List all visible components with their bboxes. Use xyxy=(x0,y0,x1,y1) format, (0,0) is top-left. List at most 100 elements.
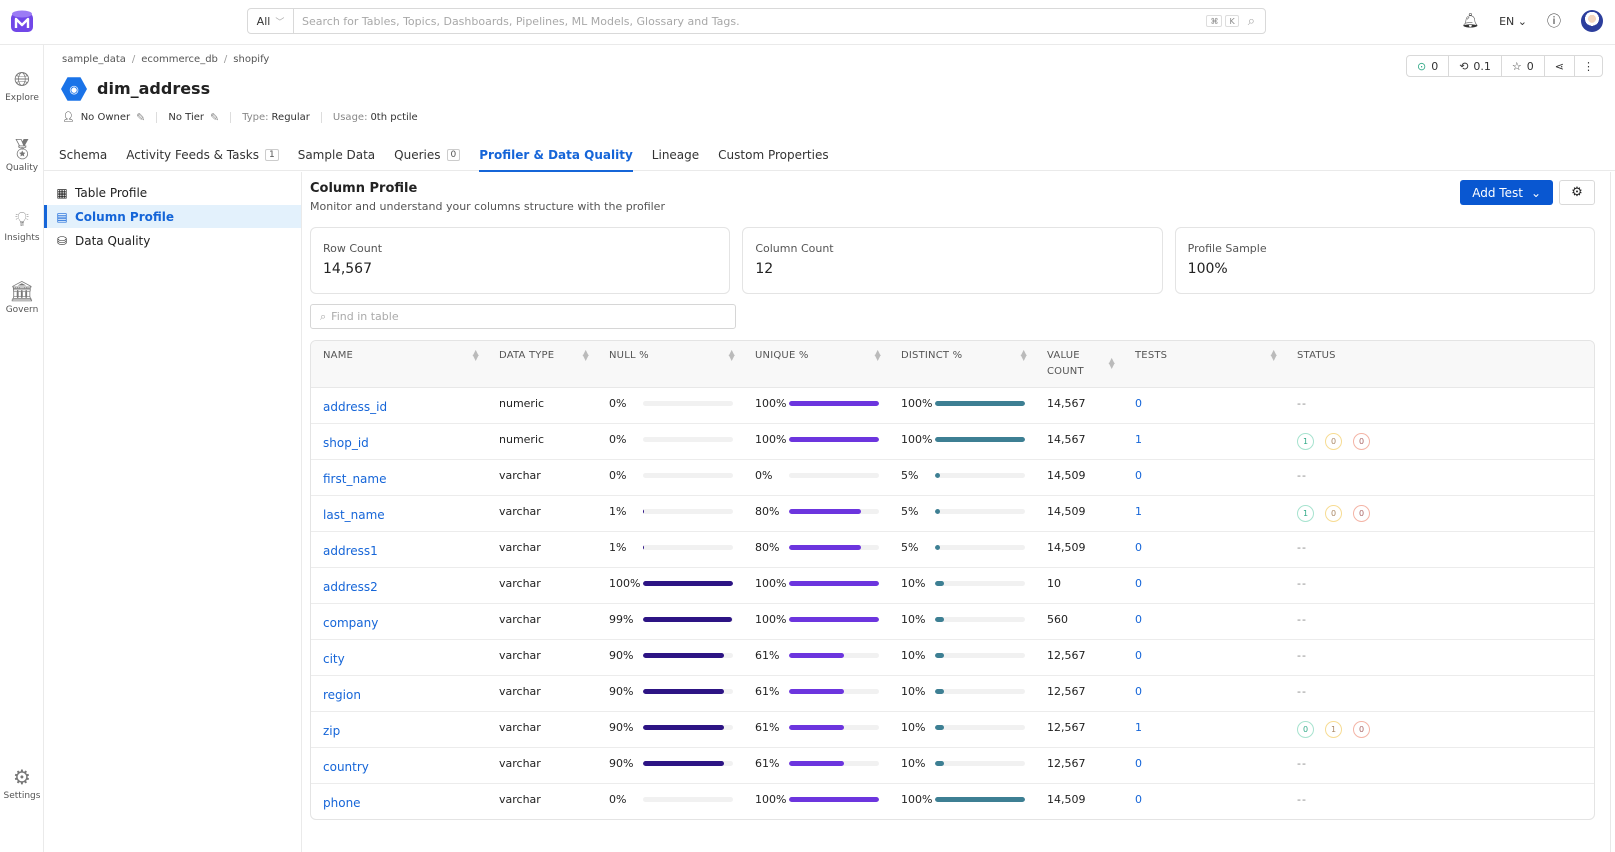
tests-count-link[interactable]: 0 xyxy=(1123,675,1285,712)
star-button[interactable]: ☆ 0 xyxy=(1502,56,1545,76)
column-name-link[interactable]: phone xyxy=(311,783,487,819)
column-name-link[interactable]: company xyxy=(311,603,487,640)
tab-schema[interactable]: Schema xyxy=(59,142,107,171)
tab-sample-data[interactable]: Sample Data xyxy=(298,142,375,171)
status-failed-badge[interactable]: 0 xyxy=(1353,720,1370,738)
header-unique[interactable]: UNIQUE % ▲ ▼ xyxy=(743,341,889,388)
breadcrumb-item[interactable]: ecommerce_db xyxy=(141,54,218,65)
column-name-link[interactable]: city xyxy=(311,639,487,676)
breadcrumb-item[interactable]: sample_data xyxy=(62,54,126,65)
null-percent-value: 90% xyxy=(609,720,634,734)
tab-custom-properties[interactable]: Custom Properties xyxy=(718,142,828,171)
add-test-button[interactable]: Add Test ⌄ xyxy=(1460,180,1553,205)
language-select[interactable]: EN ⌄ xyxy=(1499,15,1527,28)
header-distinct[interactable]: DISTINCT % ▲ ▼ xyxy=(889,341,1035,388)
subnav-label: Data Quality xyxy=(75,233,151,248)
sort-icon[interactable]: ▲ ▼ xyxy=(875,349,881,362)
more-button[interactable]: ⋮ xyxy=(1575,56,1602,76)
nav-settings[interactable]: ⚙︎ Settings xyxy=(0,763,44,801)
award-icon: 🏅︎ xyxy=(9,137,35,161)
sort-icon[interactable]: ▲ ▼ xyxy=(473,349,479,362)
search-input[interactable]: Search for Tables, Topics, Dashboards, P… xyxy=(294,15,1206,28)
status-aborted-badge[interactable]: 1 xyxy=(1325,720,1342,738)
status-aborted-badge[interactable]: 0 xyxy=(1325,432,1342,450)
nav-explore[interactable]: 🌐︎ Explore xyxy=(0,65,44,103)
unique-percent-cell: 61% xyxy=(743,675,889,712)
header-data-type[interactable]: DATA TYPE ▲ ▼ xyxy=(487,341,597,388)
global-search[interactable]: All ﹀ Search for Tables, Topics, Dashboar… xyxy=(247,8,1266,34)
tests-count-link[interactable]: 1 xyxy=(1123,495,1285,532)
header-tests[interactable]: TESTS ▲ ▼ xyxy=(1123,341,1285,388)
tests-count-link[interactable]: 0 xyxy=(1123,639,1285,676)
tab-queries[interactable]: Queries 0 xyxy=(394,142,461,171)
null-percent-value: 0% xyxy=(609,432,627,446)
distinct-percent-bar-fill xyxy=(935,544,940,550)
edit-tier-icon[interactable]: ✎ xyxy=(210,111,219,124)
header-label: TESTS xyxy=(1135,350,1168,361)
tests-count-link[interactable]: 0 xyxy=(1123,747,1285,784)
notification-bell-icon[interactable]: 🔔︎ xyxy=(1461,13,1479,29)
header-label: STATUS xyxy=(1297,350,1336,361)
sort-icon[interactable]: ▲ ▼ xyxy=(1271,349,1277,362)
share-button[interactable]: ⋖ xyxy=(1545,56,1575,76)
column-name-link[interactable]: address_id xyxy=(311,387,487,424)
unique-percent-cell: 61% xyxy=(743,639,889,676)
version-button[interactable]: ⟲ 0.1 xyxy=(1449,56,1502,76)
header-value-count[interactable]: VALUE COUNT ▲ ▼ xyxy=(1035,341,1123,388)
tests-count-link[interactable]: 0 xyxy=(1123,459,1285,496)
status-failed-badge[interactable]: 0 xyxy=(1353,504,1370,522)
tests-count-link[interactable]: 0 xyxy=(1123,783,1285,819)
column-name-link[interactable]: address1 xyxy=(311,531,487,568)
edit-owner-icon[interactable]: ✎ xyxy=(136,111,145,124)
column-name-link[interactable]: last_name xyxy=(311,495,487,532)
column-name-link[interactable]: zip xyxy=(311,711,487,748)
status-aborted-badge[interactable]: 0 xyxy=(1325,504,1342,522)
column-name-link[interactable]: first_name xyxy=(311,459,487,496)
unique-percent-cell: 80% xyxy=(743,531,889,568)
header-null[interactable]: NULL % ▲ ▼ xyxy=(597,341,743,388)
search-scope-select[interactable]: All ﹀ xyxy=(248,9,294,33)
profiler-settings-button[interactable]: ⚙ xyxy=(1559,180,1595,205)
table-row: address_id numeric 0% 100% 100% 14,567 0 -- xyxy=(311,387,1594,424)
sort-icon[interactable]: ▲ ▼ xyxy=(1021,349,1027,362)
tests-count-link[interactable]: 0 xyxy=(1123,531,1285,568)
tab-lineage[interactable]: Lineage xyxy=(652,142,699,171)
subnav-column-profile[interactable]: ▤ Column Profile xyxy=(44,205,301,228)
app-logo[interactable] xyxy=(11,10,33,34)
column-name-link[interactable]: region xyxy=(311,675,487,712)
subnav-data-quality[interactable]: ⛁ Data Quality xyxy=(44,229,301,252)
tab-activity-feeds[interactable]: Activity Feeds & Tasks 1 xyxy=(126,142,279,171)
nav-quality[interactable]: 🏅︎ Quality xyxy=(0,135,44,173)
sort-icon[interactable]: ▲ ▼ xyxy=(583,349,589,362)
table-row: first_name varchar 0% 0% 5% 14,509 0 -- xyxy=(311,459,1594,496)
find-in-table-input[interactable]: ⌕ Find in table xyxy=(310,304,736,329)
search-icon[interactable]: ⌕ xyxy=(1248,14,1255,29)
header-name[interactable]: NAME ▲ ▼ xyxy=(311,341,487,388)
nav-insights[interactable]: 💡︎ Insights xyxy=(0,205,44,243)
tab-profiler[interactable]: Profiler & Data Quality xyxy=(479,142,633,172)
tests-count-link[interactable]: 1 xyxy=(1123,711,1285,748)
status-success-badge[interactable]: 1 xyxy=(1297,504,1314,522)
sort-icon[interactable]: ▲ ▼ xyxy=(1109,357,1115,370)
sort-icon[interactable]: ▲ ▼ xyxy=(729,349,735,362)
tests-count-link[interactable]: 0 xyxy=(1123,567,1285,604)
status-failed-badge[interactable]: 0 xyxy=(1353,432,1370,450)
distinct-percent-value: 100% xyxy=(901,432,933,446)
tab-label: Queries xyxy=(394,147,441,162)
column-name-link[interactable]: address2 xyxy=(311,567,487,604)
user-avatar[interactable] xyxy=(1581,10,1603,32)
column-name-link[interactable]: shop_id xyxy=(311,423,487,460)
nav-govern[interactable]: 🏛︎ Govern xyxy=(0,277,44,315)
status-success-badge[interactable]: 0 xyxy=(1297,720,1314,738)
status-success-badge[interactable]: 1 xyxy=(1297,432,1314,450)
help-icon[interactable]: ⓘ xyxy=(1547,11,1561,31)
tests-count-link[interactable]: 0 xyxy=(1123,603,1285,640)
tests-count-link[interactable]: 1 xyxy=(1123,423,1285,460)
follow-button[interactable]: ⊙ 0 xyxy=(1407,56,1450,76)
distinct-percent-bar xyxy=(935,580,1025,586)
subnav-table-profile[interactable]: ▦ Table Profile xyxy=(44,181,301,204)
column-name-link[interactable]: country xyxy=(311,747,487,784)
breadcrumb-item[interactable]: shopify xyxy=(233,54,269,65)
tests-count-link[interactable]: 0 xyxy=(1123,387,1285,424)
status-cell: -- xyxy=(1285,567,1594,604)
